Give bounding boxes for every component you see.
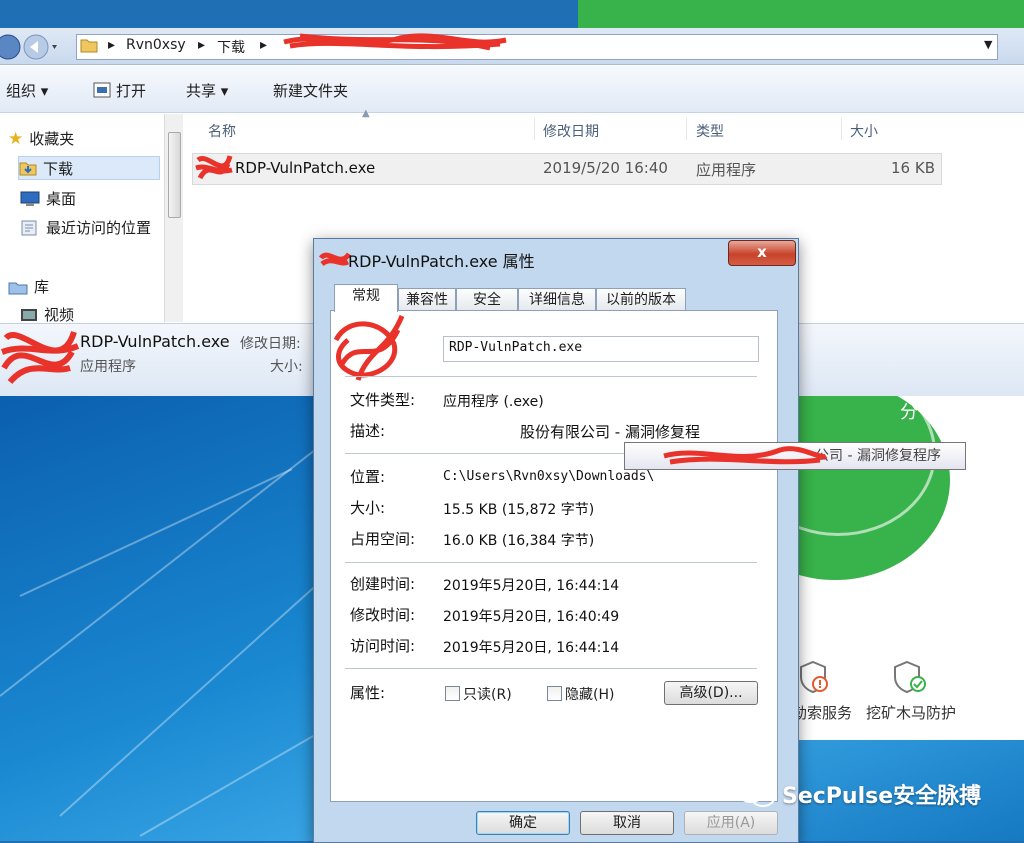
- share-button[interactable]: 共享 ▾: [186, 80, 228, 101]
- tab-general[interactable]: 常规: [334, 284, 398, 312]
- sort-arrow-icon: ▲: [362, 108, 370, 119]
- command-bar: [0, 66, 1024, 113]
- breadcrumb-downloads[interactable]: 下载: [217, 37, 245, 57]
- divider: [345, 668, 757, 669]
- column-separator: [686, 118, 687, 140]
- tab-security[interactable]: 安全: [456, 288, 518, 311]
- advanced-button[interactable]: 高级(D)...: [664, 681, 758, 705]
- star-icon: ★: [8, 128, 24, 149]
- value-size: 15.5 KB (15,872 字节): [443, 502, 595, 518]
- label-filetype: 文件类型:: [350, 391, 416, 409]
- address-dropdown-icon[interactable]: ▼: [984, 38, 992, 51]
- nav-scrollbar[interactable]: [164, 114, 183, 322]
- file-size: 16 KB: [891, 159, 935, 177]
- new-folder-button[interactable]: 新建文件夹: [273, 80, 348, 101]
- nav-favorites[interactable]: ★ 收藏夹: [8, 128, 74, 149]
- back-button[interactable]: [0, 33, 58, 61]
- redaction-scribble: [283, 33, 507, 51]
- file-type: 应用程序: [696, 161, 757, 179]
- nav-downloads[interactable]: 下载: [18, 156, 160, 180]
- label-description: 描述:: [350, 422, 386, 440]
- redaction-scribble: [663, 446, 828, 465]
- tab-details[interactable]: 详细信息: [518, 288, 596, 311]
- ransom-icon[interactable]: [798, 660, 828, 694]
- label-disk-size: 占用空间:: [350, 530, 416, 548]
- column-name[interactable]: 名称: [208, 121, 236, 141]
- value-accessed: 2019年5月20日, 16:44:14: [443, 640, 620, 656]
- column-type[interactable]: 类型: [696, 121, 724, 141]
- divider: [345, 562, 757, 563]
- redaction-scribble: [318, 252, 352, 267]
- mining-shield-icon[interactable]: [892, 660, 928, 694]
- details-file-name: RDP-VulnPatch.exe: [80, 332, 230, 351]
- label-modified: 修改时间:: [350, 606, 416, 624]
- file-date: 2019/5/20 16:40: [543, 159, 668, 177]
- value-location: C:\Users\Rvn0xsy\Downloads\: [443, 469, 655, 484]
- readonly-checkbox[interactable]: [445, 686, 460, 701]
- organize-button[interactable]: 组织 ▾: [6, 80, 48, 101]
- label-size: 大小:: [350, 499, 386, 517]
- ok-button[interactable]: 确定: [476, 811, 570, 835]
- tooltip-text: 公司 - 漏洞修复程序: [815, 448, 941, 464]
- ransom-label[interactable]: 勒索服务: [792, 702, 852, 723]
- score-unit: 分: [900, 402, 918, 423]
- nav-desktop[interactable]: 桌面: [20, 188, 76, 209]
- label-location: 位置:: [350, 468, 386, 486]
- redaction-scribble: [0, 330, 80, 385]
- column-separator: [841, 118, 842, 140]
- recent-places-icon: [20, 220, 40, 236]
- divider: [345, 376, 757, 377]
- address-field[interactable]: [76, 34, 998, 60]
- details-size-label: 大小:: [270, 359, 303, 375]
- desktop-icon: [20, 191, 40, 207]
- column-separator: [534, 118, 535, 140]
- nav-recent[interactable]: 最近访问的位置: [20, 217, 151, 238]
- folder-icon: [80, 37, 98, 53]
- label-accessed: 访问时间:: [350, 637, 416, 655]
- value-disk-size: 16.0 KB (16,384 字节): [443, 533, 595, 549]
- nav-library[interactable]: 库: [8, 276, 49, 297]
- breadcrumb-sep-icon: ▸: [260, 37, 268, 53]
- filename-value[interactable]: RDP-VulnPatch.exe: [449, 340, 582, 355]
- open-button[interactable]: 打开: [116, 80, 146, 101]
- value-modified: 2019年5月20日, 16:40:49: [443, 609, 620, 625]
- hidden-checkbox[interactable]: [547, 686, 562, 701]
- breadcrumb-sep-icon: ▸: [198, 37, 206, 53]
- label-created: 创建时间:: [350, 575, 416, 593]
- redaction-scribble: [333, 315, 405, 381]
- library-icon: [8, 279, 28, 295]
- downloads-folder-icon: [19, 160, 37, 176]
- value-description: 股份有限公司 - 漏洞修复程: [520, 423, 700, 441]
- label-attributes: 属性:: [350, 684, 386, 702]
- value-filetype: 应用程序 (.exe): [443, 394, 544, 410]
- breadcrumb-sep-icon: ▸: [108, 37, 116, 53]
- tab-previous-versions[interactable]: 以前的版本: [596, 288, 686, 311]
- cancel-button[interactable]: 取消: [580, 811, 674, 835]
- column-size[interactable]: 大小: [850, 121, 878, 141]
- watermark: SecPulse安全脉搏: [736, 778, 981, 810]
- hidden-label[interactable]: 隐藏(H): [565, 684, 614, 704]
- readonly-label[interactable]: 只读(R): [463, 684, 512, 704]
- column-date[interactable]: 修改日期: [543, 121, 599, 141]
- security-app-window: 分 勒索服务 挖矿木马防护: [780, 370, 1024, 740]
- dialog-title: RDP-VulnPatch.exe 属性: [348, 252, 535, 271]
- value-created: 2019年5月20日, 16:44:14: [443, 578, 620, 594]
- wechat-icon: [736, 779, 776, 809]
- breadcrumb-user[interactable]: Rvn0xsy: [126, 37, 186, 53]
- tab-compatibility[interactable]: 兼容性: [398, 288, 456, 311]
- apply-button[interactable]: 应用(A): [684, 811, 778, 835]
- close-button[interactable]: x: [728, 240, 796, 266]
- file-name[interactable]: RDP-VulnPatch.exe: [235, 159, 375, 177]
- details-file-type: 应用程序: [80, 359, 136, 375]
- redaction-scribble: [195, 155, 233, 180]
- open-icon: [93, 81, 111, 99]
- mining-label[interactable]: 挖矿木马防护: [866, 702, 956, 723]
- details-mod-label: 修改日期:: [240, 336, 301, 352]
